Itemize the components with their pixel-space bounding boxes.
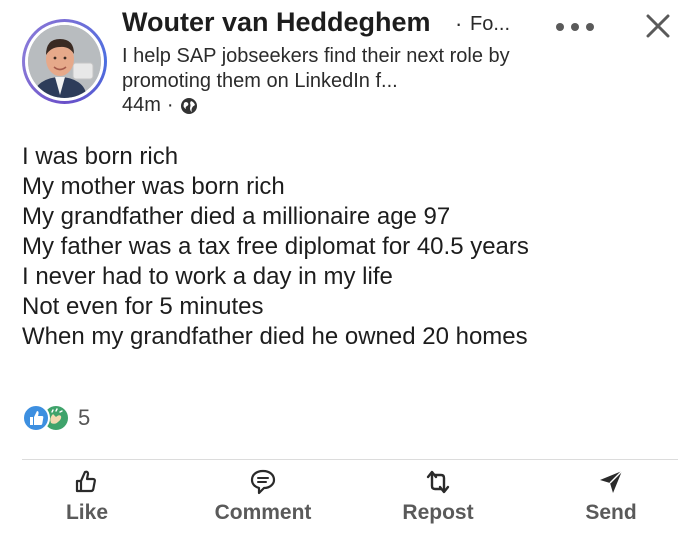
post-line: When my grandfather died he owned 20 hom… xyxy=(22,323,528,350)
follow-label[interactable]: Fo... xyxy=(470,13,510,36)
separator-dot: · xyxy=(455,11,463,36)
avatar-border xyxy=(25,22,104,101)
author-headline: I help SAP jobseekers find their next ro… xyxy=(122,45,510,92)
send-icon xyxy=(600,470,623,493)
reaction-count: 5 xyxy=(78,405,91,430)
divider xyxy=(22,459,678,460)
comment-label: Comment xyxy=(214,501,312,524)
repost-button[interactable]: Repost xyxy=(398,468,478,525)
post-time: 44m xyxy=(122,94,161,116)
post-body: I was born rich My mother was born rich … xyxy=(22,142,529,352)
repost-label: Repost xyxy=(402,501,474,524)
post-meta: 44m · xyxy=(122,94,198,117)
author-name[interactable]: Wouter van Heddeghem xyxy=(122,7,431,38)
post-line: My mother was born rich xyxy=(22,173,285,200)
profile-photo-image xyxy=(28,25,101,98)
close-icon[interactable] xyxy=(646,14,670,38)
meta-separator-dot: · xyxy=(166,94,174,116)
action-bar: Like Comment Repost Send xyxy=(0,468,700,532)
comment-button[interactable]: Comment xyxy=(208,468,318,525)
globe-icon xyxy=(180,97,197,114)
like-button[interactable]: Like xyxy=(62,468,112,525)
post-line: My father was a tax free diplomat for 40… xyxy=(22,233,529,260)
author-avatar[interactable] xyxy=(22,19,107,104)
post-line: I was born rich xyxy=(22,143,179,170)
avatar-photo xyxy=(28,25,101,98)
post-line: I never had to work a day in my life xyxy=(22,263,393,290)
more-options-icon[interactable] xyxy=(555,22,595,32)
send-label: Send xyxy=(585,501,637,524)
like-icon xyxy=(75,470,96,493)
post-line: My grandfather died a millionaire age 97 xyxy=(22,203,451,230)
send-button[interactable]: Send xyxy=(582,468,640,525)
repost-icon xyxy=(426,470,450,494)
reactions-summary[interactable]: 5 xyxy=(22,404,90,432)
comment-icon xyxy=(250,469,276,495)
post-line: Not even for 5 minutes xyxy=(22,293,264,320)
like-reaction-icon xyxy=(22,404,50,432)
like-label: Like xyxy=(65,501,109,524)
